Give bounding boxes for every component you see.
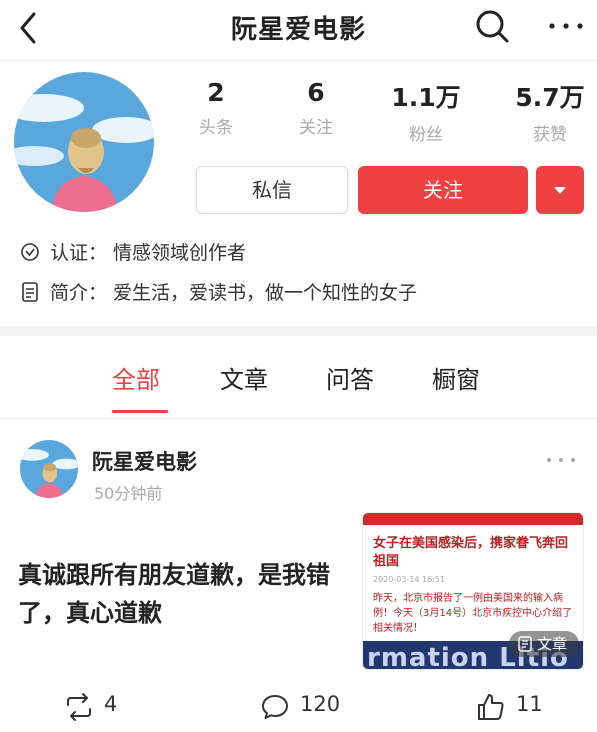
comment-button[interactable]: 120 <box>260 690 370 724</box>
thumbnail-meta: 2020-03-14 16:51 <box>373 575 446 584</box>
stat-following[interactable]: 6 关注 <box>256 78 376 138</box>
follow-button[interactable]: 关注 <box>358 166 528 214</box>
follow-dropdown-button[interactable] <box>536 166 584 214</box>
repost-count: 4 <box>104 692 118 716</box>
tab-qa[interactable]: 问答 <box>326 360 374 395</box>
stat-label: 获赞 <box>533 125 567 145</box>
thumbnail-header-bar <box>363 513 583 525</box>
verification-text: 认证： 情感领域创作者 <box>50 242 247 264</box>
stat-label: 粉丝 <box>409 125 443 145</box>
comment-count: 120 <box>300 692 341 716</box>
document-icon <box>20 281 40 303</box>
more-icon[interactable] <box>544 6 588 46</box>
thumbnail-headline: 女子在美国感染后，携家眷飞奔回祖国 <box>373 536 569 569</box>
section-separator <box>0 326 597 336</box>
like-button[interactable]: 11 <box>476 690 566 724</box>
post-author-name[interactable]: 阮星爱电影 <box>92 446 197 476</box>
avatar[interactable] <box>14 72 154 212</box>
article-badge-label: 文章 <box>537 635 568 653</box>
post-thumbnail[interactable]: 女子在美国感染后，携家眷飞奔回祖国 2020-03-14 16:51 昨天，北京… <box>362 512 584 670</box>
stat-label: 关注 <box>299 118 333 138</box>
thumbnail-body: 昨天，北京市报告了一例由美国来的输入病例！今天（3月14号）北京市疾控中心介绍了… <box>373 593 573 634</box>
stat-value: 1.1万 <box>391 83 461 112</box>
post-content[interactable]: 真诚跟所有朋友道歉，是我错了，真心道歉 <box>18 556 358 632</box>
stat-likes[interactable]: 5.7万 获赞 <box>490 78 597 145</box>
comment-icon <box>262 695 288 719</box>
verified-check-icon <box>20 241 40 263</box>
post-timestamp: 50分钟前 <box>94 484 163 503</box>
like-count: 11 <box>516 692 543 716</box>
content-tabs: 全部 文章 问答 橱窗 <box>0 336 597 418</box>
stat-value: 6 <box>307 78 325 107</box>
repost-icon <box>67 693 91 721</box>
tab-articles[interactable]: 文章 <box>220 360 268 395</box>
post-author-avatar[interactable] <box>20 440 78 498</box>
message-button[interactable]: 私信 <box>196 166 348 214</box>
search-icon[interactable] <box>472 6 512 46</box>
post-more-icon[interactable] <box>544 452 578 466</box>
tab-all[interactable]: 全部 <box>112 360 160 395</box>
stat-value: 5.7万 <box>515 83 585 112</box>
divider <box>0 60 597 61</box>
repost-button[interactable]: 4 <box>64 690 144 724</box>
active-tab-indicator <box>112 410 168 413</box>
article-icon <box>518 636 532 652</box>
divider <box>0 418 597 419</box>
article-badge: 文章 <box>509 631 579 657</box>
bio-text: 简介： 爱生活，爱读书，做一个知性的女子 <box>50 282 418 304</box>
tab-showcase[interactable]: 橱窗 <box>432 360 480 395</box>
caret-down-icon <box>554 187 566 194</box>
top-bar: 阮星爱电影 <box>0 0 597 58</box>
stat-followers[interactable]: 1.1万 粉丝 <box>366 78 486 145</box>
thumbs-up-icon <box>478 694 504 720</box>
